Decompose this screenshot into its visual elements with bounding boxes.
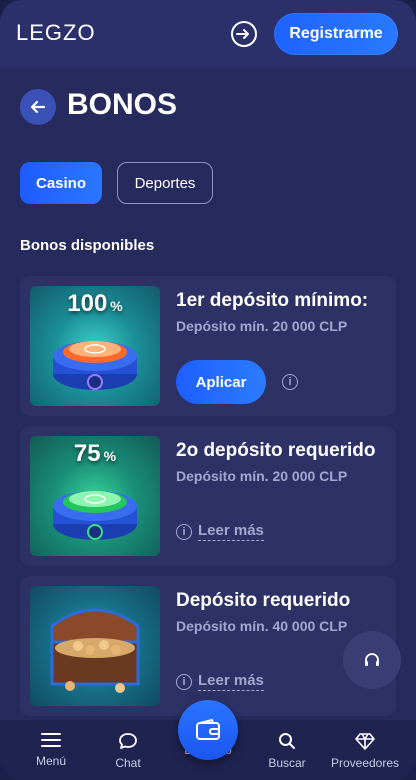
section-label: Bonos disponibles xyxy=(20,237,155,254)
tab-casino[interactable]: Casino xyxy=(20,162,102,204)
read-more-link[interactable]: i Leer más xyxy=(176,672,264,691)
nav-providers[interactable]: Proveedores xyxy=(325,720,405,780)
bonus-percent: 100% xyxy=(67,290,123,317)
nav-label: Buscar xyxy=(268,756,306,770)
bonus-card: Depósito requerido Depósito mín. 40 000 … xyxy=(20,576,396,716)
page-title: BONOS xyxy=(67,88,178,121)
apply-button[interactable]: Aplicar xyxy=(176,360,266,404)
bonus-card: 100% 1er depósito mínimo: Depósito mín. … xyxy=(20,276,396,416)
read-more-label: Leer más xyxy=(198,522,264,541)
bonus-subtitle: Depósito mín. 20 000 CLP xyxy=(176,468,348,484)
bonus-image xyxy=(30,586,160,706)
chat-icon xyxy=(119,733,137,749)
bonus-card: 75% 2o depósito requerido Depósito mín. … xyxy=(20,426,396,566)
info-icon: i xyxy=(176,523,192,540)
app-frame: LEGZO Registrarme BONOS Casino Deportes … xyxy=(0,0,416,780)
support-button[interactable] xyxy=(343,631,401,689)
bonus-image: 100% xyxy=(30,286,160,406)
nav-menu[interactable]: Menú xyxy=(11,720,91,780)
bonus-subtitle: Depósito mín. 40 000 CLP xyxy=(176,618,348,634)
nav-label: Proveedores xyxy=(330,756,400,770)
nav-label: Chat xyxy=(115,756,141,770)
register-button[interactable]: Registrarme xyxy=(274,13,398,55)
nav-label: Menú xyxy=(35,754,67,768)
bonus-image: 75% xyxy=(30,436,160,556)
search-icon xyxy=(279,733,295,749)
read-more-link[interactable]: i Leer más xyxy=(176,522,264,541)
info-icon[interactable]: i xyxy=(282,374,298,390)
wallet-icon xyxy=(196,719,220,740)
info-icon: i xyxy=(176,673,192,690)
top-bar: LEGZO Registrarme xyxy=(0,0,416,68)
read-more-label: Leer más xyxy=(198,672,264,691)
deposit-button[interactable] xyxy=(178,700,238,760)
diamond-icon xyxy=(355,733,375,750)
treasure-chest-icon xyxy=(50,608,140,693)
headset-icon xyxy=(365,653,379,666)
bonus-title: 1er depósito mínimo: xyxy=(176,290,369,311)
login-icon[interactable] xyxy=(230,20,258,48)
tab-deportes[interactable]: Deportes xyxy=(117,162,213,204)
bonus-title: 2o depósito requerido xyxy=(176,440,376,461)
menu-icon xyxy=(41,733,61,747)
bonus-subtitle: Depósito mín. 20 000 CLP xyxy=(176,318,348,334)
bonus-title: Depósito requerido xyxy=(176,590,351,611)
back-button[interactable] xyxy=(20,89,56,125)
nav-chat[interactable]: Chat xyxy=(88,720,168,780)
bonus-percent: 75% xyxy=(73,440,117,467)
arrow-left-icon xyxy=(30,100,46,114)
nav-search[interactable]: Buscar xyxy=(247,720,327,780)
logo[interactable]: LEGZO xyxy=(16,20,96,46)
